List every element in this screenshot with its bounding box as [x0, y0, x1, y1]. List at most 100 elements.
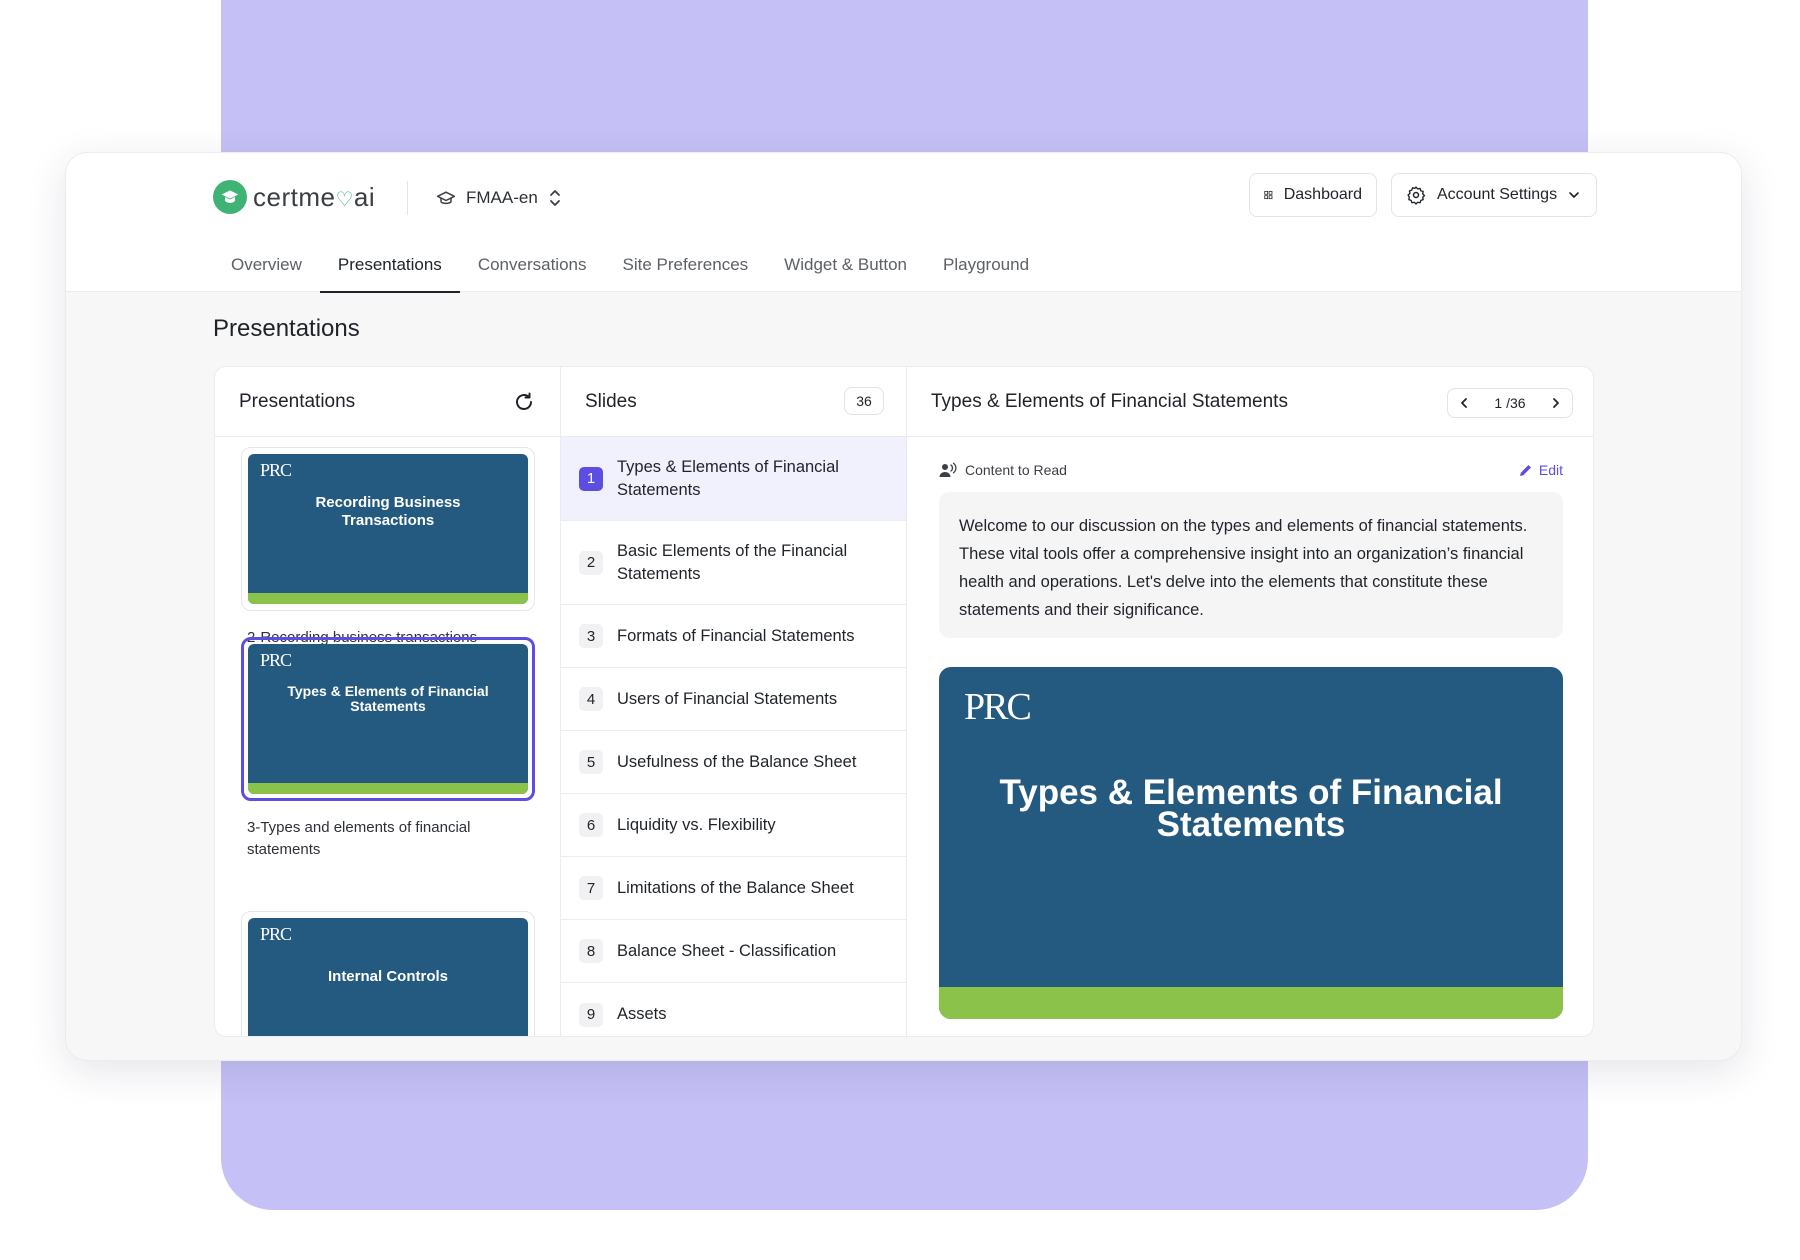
tab-site-preferences[interactable]: Site Preferences: [604, 237, 766, 292]
slide-item-2[interactable]: 2 Basic Elements of the Financial Statem…: [561, 521, 906, 605]
slide-preview-title: Types & Elements of Financial Statements: [999, 773, 1503, 844]
slide-number: 8: [579, 939, 603, 963]
slide-title: Types & Elements of Financial Statements: [617, 457, 839, 499]
slide-list: 1 Types & Elements of Financial Statemen…: [561, 437, 906, 1036]
presentation-card[interactable]: PRC Internal Controls: [241, 911, 535, 1036]
slide-item-8[interactable]: 8 Balance Sheet - Classification: [561, 920, 906, 983]
slide-pager: 1 /36: [1447, 388, 1573, 418]
presentation-thumbnail-frame: PRC Types & Elements of Financial Statem…: [241, 637, 535, 801]
presentations-panel-header: Presentations: [215, 367, 560, 437]
slides-panel-header: Slides 36: [561, 367, 906, 437]
account-settings-button[interactable]: Account Settings: [1391, 173, 1597, 217]
content-to-read-text[interactable]: Welcome to our discussion on the types a…: [939, 492, 1563, 638]
gear-icon: [1407, 186, 1426, 205]
thumbnail-title: Types & Elements of Financial Statements: [287, 683, 489, 714]
presentation-card-selected[interactable]: PRC Types & Elements of Financial Statem…: [241, 637, 535, 861]
slide-item-7[interactable]: 7 Limitations of the Balance Sheet: [561, 857, 906, 920]
slide-item-1[interactable]: 1 Types & Elements of Financial Statemen…: [561, 437, 906, 521]
chevron-down-icon: [1569, 192, 1579, 199]
presentation-thumbnail-frame: PRC Recording Business Transactions: [241, 447, 535, 611]
page-title: Presentations: [213, 315, 360, 342]
slide-number: 3: [579, 624, 603, 648]
refresh-icon[interactable]: [512, 390, 536, 414]
presentation-list: PRC Recording Business Transactions 2-Re…: [215, 437, 560, 1036]
app-header: certme♡ai FMAA-en Dashboard Account Sett…: [66, 153, 1741, 293]
thumbnail-green-bar: [248, 593, 528, 604]
slide-number: 2: [579, 550, 603, 575]
account-settings-label: Account Settings: [1437, 186, 1558, 203]
presentation-thumbnail-frame: PRC Internal Controls: [241, 911, 535, 1036]
pencil-icon: [1519, 465, 1531, 476]
slide-number: 6: [579, 813, 603, 837]
prc-logo: PRC: [260, 460, 292, 480]
slide-title: Assets: [617, 1005, 667, 1023]
tab-presentations[interactable]: Presentations: [319, 237, 460, 293]
slide-preview: PRC Types & Elements of Financial Statem…: [939, 667, 1563, 1019]
tab-widget-button[interactable]: Widget & Button: [766, 237, 925, 292]
slide-item-5[interactable]: 5 Usefulness of the Balance Sheet: [561, 731, 906, 794]
content-to-read-row: Content to Read Edit: [939, 462, 1563, 478]
thumbnail-title: Recording Business Transactions: [315, 494, 461, 529]
slide-number: 7: [579, 876, 603, 900]
presentation-thumbnail: PRC Recording Business Transactions: [248, 454, 528, 604]
slide-title: Basic Elements of the Financial Statemen…: [617, 541, 848, 583]
slide-item-6[interactable]: 6 Liquidity vs. Flexibility: [561, 794, 906, 857]
chevron-up-down-icon: [549, 190, 560, 206]
slides-panel: Slides 36 1 Types & Elements of Financia…: [561, 367, 907, 1036]
dashboard-label: Dashboard: [1283, 186, 1362, 203]
grid-icon: [1264, 190, 1273, 200]
slide-item-9[interactable]: 9 Assets: [561, 983, 906, 1036]
presentations-panel: Presentations PRC Recording Business Tra…: [215, 367, 561, 1036]
main-tabs: Overview Presentations Conversations Sit…: [213, 237, 1047, 293]
slide-item-3[interactable]: 3 Formats of Financial Statements: [561, 605, 906, 668]
prc-logo: PRC: [260, 924, 292, 944]
slide-detail-header: Types & Elements of Financial Statements…: [907, 367, 1593, 437]
brand-name: certme♡ai: [253, 181, 376, 212]
dashboard-button[interactable]: Dashboard: [1249, 173, 1377, 217]
slide-title: Users of Financial Statements: [617, 689, 838, 708]
slides-panel-title: Slides: [585, 390, 637, 412]
thumbnail-green-bar: [248, 783, 528, 794]
slide-detail-panel: Types & Elements of Financial Statements…: [907, 367, 1593, 1036]
prc-logo: PRC: [964, 686, 1032, 728]
prc-logo: PRC: [260, 650, 292, 670]
tab-overview[interactable]: Overview: [213, 237, 320, 292]
app-window: certme♡ai FMAA-en Dashboard Account Sett…: [65, 152, 1742, 1061]
slide-number: 1: [579, 466, 603, 491]
presentations-workspace: Presentations PRC Recording Business Tra…: [214, 366, 1594, 1037]
presentation-card[interactable]: PRC Recording Business Transactions 2-Re…: [241, 447, 535, 649]
slide-title: Liquidity vs. Flexibility: [617, 815, 776, 834]
pager-text: 1 /36: [1494, 395, 1526, 411]
header-divider: [407, 181, 408, 215]
graduation-cap-icon: [436, 191, 456, 205]
presentation-thumbnail: PRC Types & Elements of Financial Statem…: [248, 644, 528, 794]
presentations-panel-title: Presentations: [239, 390, 356, 412]
speaking-person-icon: [939, 462, 957, 477]
brand-logo[interactable]: certme♡ai: [213, 177, 375, 217]
slide-item-4[interactable]: 4 Users of Financial Statements: [561, 668, 906, 731]
workspace-label: FMAA-en: [466, 188, 538, 207]
tab-conversations[interactable]: Conversations: [460, 237, 605, 292]
thumbnail-title: Internal Controls: [327, 968, 448, 985]
slide-title: Formats of Financial Statements: [617, 626, 855, 645]
slide-number: 4: [579, 687, 603, 711]
content-to-read-label: Content to Read: [939, 462, 1067, 478]
slide-preview-green-bar: [939, 987, 1563, 1019]
workspace-selector[interactable]: FMAA-en: [436, 183, 562, 213]
chevron-right-icon[interactable]: [1550, 397, 1562, 409]
chevron-left-icon[interactable]: [1458, 397, 1470, 409]
edit-button[interactable]: Edit: [1519, 462, 1563, 478]
slide-number: 5: [579, 750, 603, 774]
slide-title: Limitations of the Balance Sheet: [617, 878, 854, 897]
presentation-label: 3-Types and elements of financial statem…: [247, 819, 471, 858]
heart-icon: ♡: [335, 188, 354, 211]
slide-detail-title: Types & Elements of Financial Statements: [931, 390, 1288, 412]
slide-count-badge: 36: [844, 387, 884, 415]
slide-title: Balance Sheet - Classification: [617, 941, 837, 960]
slide-title: Usefulness of the Balance Sheet: [617, 752, 857, 771]
presentation-thumbnail: PRC Internal Controls: [248, 918, 528, 1036]
graduation-cap-icon: [213, 180, 247, 214]
tab-playground[interactable]: Playground: [925, 237, 1047, 292]
edit-label: Edit: [1538, 462, 1563, 478]
slide-number: 9: [579, 1002, 603, 1027]
